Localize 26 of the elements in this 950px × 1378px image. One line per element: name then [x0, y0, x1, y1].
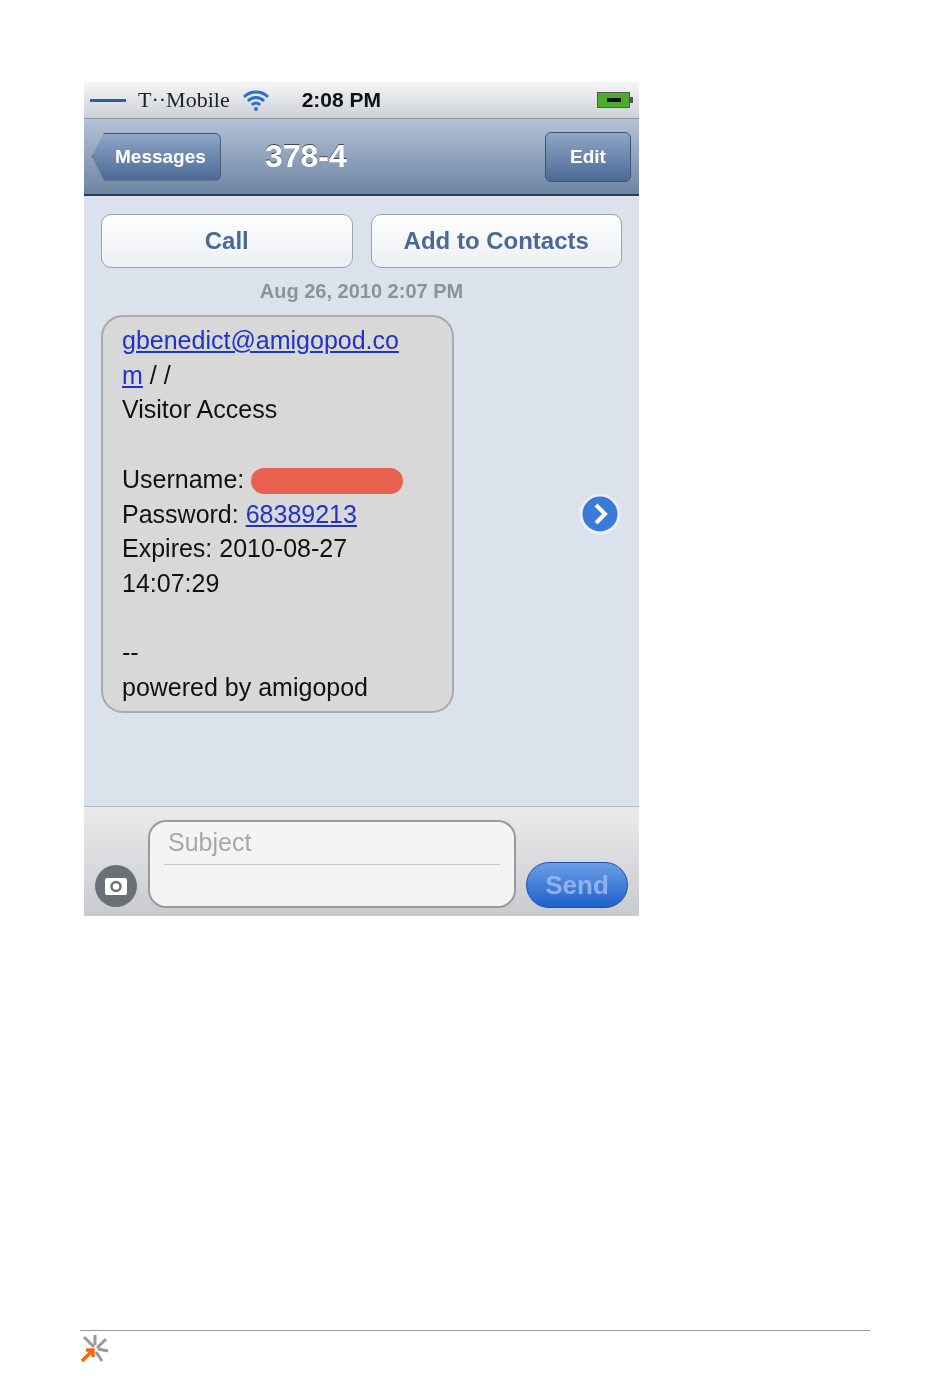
signal-icon: [90, 97, 126, 103]
message-text: 14:07:29: [122, 568, 220, 597]
message-link[interactable]: gbenedict@amigopod.co: [122, 326, 399, 354]
message-text: / /: [148, 360, 171, 389]
contact-action-button[interactable]: Call: [101, 214, 353, 268]
status-time: 2:08 PM: [301, 88, 382, 112]
back-button[interactable]: Messages: [92, 132, 221, 181]
message-timestamp: Aug 26, 2010 2:07 PM: [258, 280, 465, 303]
edit-button[interactable]: Edit: [544, 131, 631, 182]
conversation-title: 378-4: [264, 138, 347, 175]
message-text: Expires: 2010-08-27: [122, 534, 348, 563]
subject-field[interactable]: Subject: [148, 820, 516, 908]
battery-icon: [597, 92, 633, 108]
logo-icon: [80, 1333, 110, 1363]
wifi-icon: [241, 89, 270, 111]
chevron-right-icon[interactable]: [579, 492, 621, 535]
message-link[interactable]: 68389213: [245, 499, 357, 528]
message-text: Password:: [122, 499, 240, 528]
message-text: --: [122, 638, 139, 667]
message-text: Visitor Access: [122, 395, 278, 424]
contact-action-button[interactable]: Add to Contacts: [370, 214, 622, 268]
carrier-name: T··Mobile: [138, 87, 230, 113]
message-link[interactable]: m: [122, 360, 143, 389]
camera-icon[interactable]: [94, 864, 138, 908]
message-text: Username:: [122, 464, 246, 493]
message-text: powered by amigopod: [122, 673, 368, 701]
